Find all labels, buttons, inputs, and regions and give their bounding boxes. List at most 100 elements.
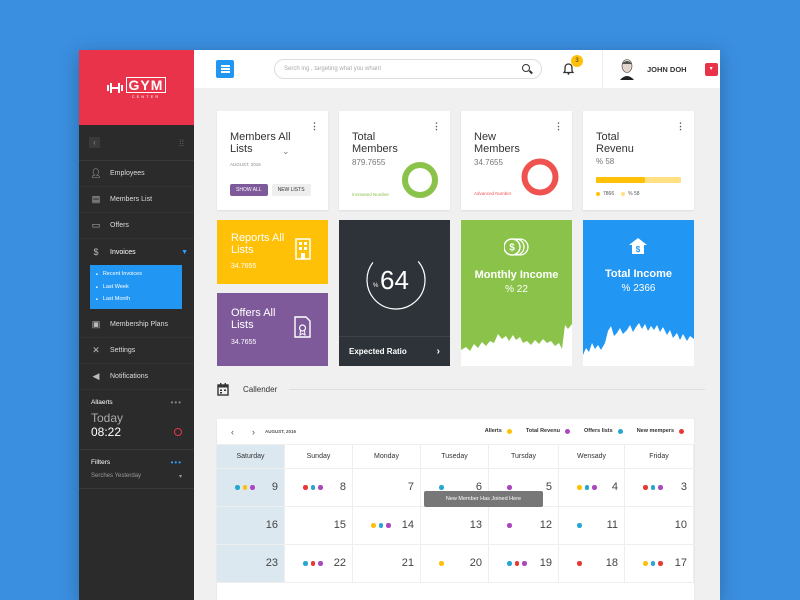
avatar[interactable] [617,57,637,81]
card-title: Total Members [352,131,398,155]
divider [602,50,603,88]
notifications-button[interactable]: 3 [558,55,583,79]
alert-time: 08:22 [91,424,122,439]
calendar-day[interactable]: 22 [285,545,353,583]
collapse-button[interactable]: ‹ [89,137,100,148]
today-label: Today [91,410,124,425]
logo[interactable]: GYM CENTER [79,50,194,125]
calendar-day[interactable]: 23 [217,545,285,583]
calendar-nav: ‹ › AUGUST, 2016 Allerts Total Revenu Offe… [217,419,694,445]
sidebar-item-label: Membership Plans [110,320,168,328]
submenu-item-recent-invoices[interactable]: Recent Invoices [90,268,182,281]
card-value: 879.7655 [352,158,386,167]
progress-bar [596,177,681,183]
calendar-day[interactable]: 20 [421,545,489,583]
sidebar-item-settings[interactable]: ✕ Settings [79,338,194,364]
day-number: 23 [265,557,278,569]
show-all-button[interactable]: SHOW ALL [230,184,268,196]
income-sparkline [461,324,572,366]
grid-icon[interactable]: ⁞⁞ [179,138,184,148]
event-dot [439,485,444,490]
submenu-item-last-week[interactable]: Last Week [90,281,182,294]
day-header: Tuseday [421,445,489,469]
event-dot [650,561,655,566]
calendar-day[interactable]: 11 [559,507,625,545]
sidebar-item-members-list[interactable]: ▤ Members List [79,187,194,213]
calendar-day[interactable]: 4 [559,469,625,507]
event-dot [592,485,597,490]
tile-offers[interactable]: Offers All Lists 34.7655 [217,293,328,366]
event-dots [371,523,391,528]
calendar-day[interactable]: 16 [217,507,285,545]
calendar-day[interactable]: 17 [625,545,694,583]
legend-dot [596,192,600,196]
menu-button[interactable] [216,60,234,78]
gauge-percent-sign: % [373,283,379,289]
tile-monthly-income[interactable]: $ Monthly Income % 22 [461,220,572,366]
event-dot [584,485,589,490]
event-dot [507,485,512,490]
legend-value: 7866 [603,191,615,197]
calendar-day[interactable]: 18 [559,545,625,583]
filters-section: Fillters ••• Serches Yesterday ▾ [79,450,194,489]
alarm-ring-icon[interactable] [174,427,182,436]
calendar-day[interactable]: 19 [489,545,559,583]
footer-label: Expected Ratio [349,347,407,356]
more-icon[interactable]: ••• [171,398,182,407]
calendar-day[interactable]: 12 [489,507,559,545]
legend-item: Total Revenu [526,428,570,434]
event-dot [235,485,240,490]
calendar-day[interactable]: 7 [353,469,421,507]
alerts-section: Allaerts ••• Today 08:22 [79,390,194,450]
expected-ratio-footer[interactable]: Expected Ratio › [339,336,450,366]
day-header: Sunday [285,445,353,469]
more-icon[interactable]: ⋮ [554,121,563,132]
sidebar-item-offers[interactable]: ▭ Offers [79,213,194,239]
new-lists-button[interactable]: NEW LISTS [271,184,311,196]
sidebar-item-membership-plans[interactable]: ▣ Membership Plans [79,312,194,338]
chevron-down-icon[interactable]: ⌄ [282,146,290,157]
calendar-day[interactable]: 3 [625,469,694,507]
event-dot [310,485,315,490]
calendar-day[interactable]: 8 [285,469,353,507]
more-icon[interactable]: ⋮ [432,121,441,132]
caret-down-icon: ▾ [178,473,182,480]
next-month-button[interactable]: › [252,427,255,437]
more-icon[interactable]: ⋮ [676,121,685,132]
tile-expected-ratio[interactable]: % 64 Expected Ratio › [339,220,450,366]
event-dot [250,485,255,490]
prev-month-button[interactable]: ‹ [231,427,234,437]
calendar-day[interactable]: 14 [353,507,421,545]
invoices-submenu: Recent Invoices Last Week Last Month [90,265,182,309]
search-icon[interactable] [522,64,532,74]
calendar-day[interactable]: 10 [625,507,694,545]
event-dot [318,561,323,566]
submenu-item-last-month[interactable]: Last Month [90,293,182,306]
calendar-day[interactable]: 13 [421,507,489,545]
tile-reports[interactable]: Reports All Lists 34.7655 [217,220,328,284]
event-dots [439,561,444,566]
more-icon[interactable]: ⋮ [310,121,319,132]
sidebar-item-employees[interactable]: 👤︎ Employees [79,161,194,187]
legend-dot [679,428,684,434]
tools-icon: ✕ [92,344,100,355]
calendar-icon [217,383,229,396]
calendar-day[interactable]: 21 [353,545,421,583]
more-icon[interactable]: ••• [171,458,182,467]
calendar-day[interactable]: 15 [285,507,353,545]
calendar-day[interactable]: 9 [217,469,285,507]
event-dot [371,523,376,528]
filter-select[interactable]: Serches Yesterday ▾ [91,473,182,480]
event-dots [577,523,582,528]
day-number: 14 [401,519,414,531]
card-value: 34.7655 [474,158,503,167]
search-input[interactable]: Serch ing , targeting what you whant [274,59,542,79]
event-dot [386,523,391,528]
user-menu-button[interactable]: ▾ [704,62,718,76]
search-placeholder: Serch ing , targeting what you whant [284,66,382,72]
sidebar-item-invoices[interactable]: $ Invoices ▼ [79,239,194,265]
tile-total-income[interactable]: $ Total Income % 2366 [583,220,694,366]
card-note: Increased Number [352,192,390,197]
sidebar-item-notifications[interactable]: ◀ Notifications [79,364,194,390]
tile-title: Total Income [604,268,673,280]
